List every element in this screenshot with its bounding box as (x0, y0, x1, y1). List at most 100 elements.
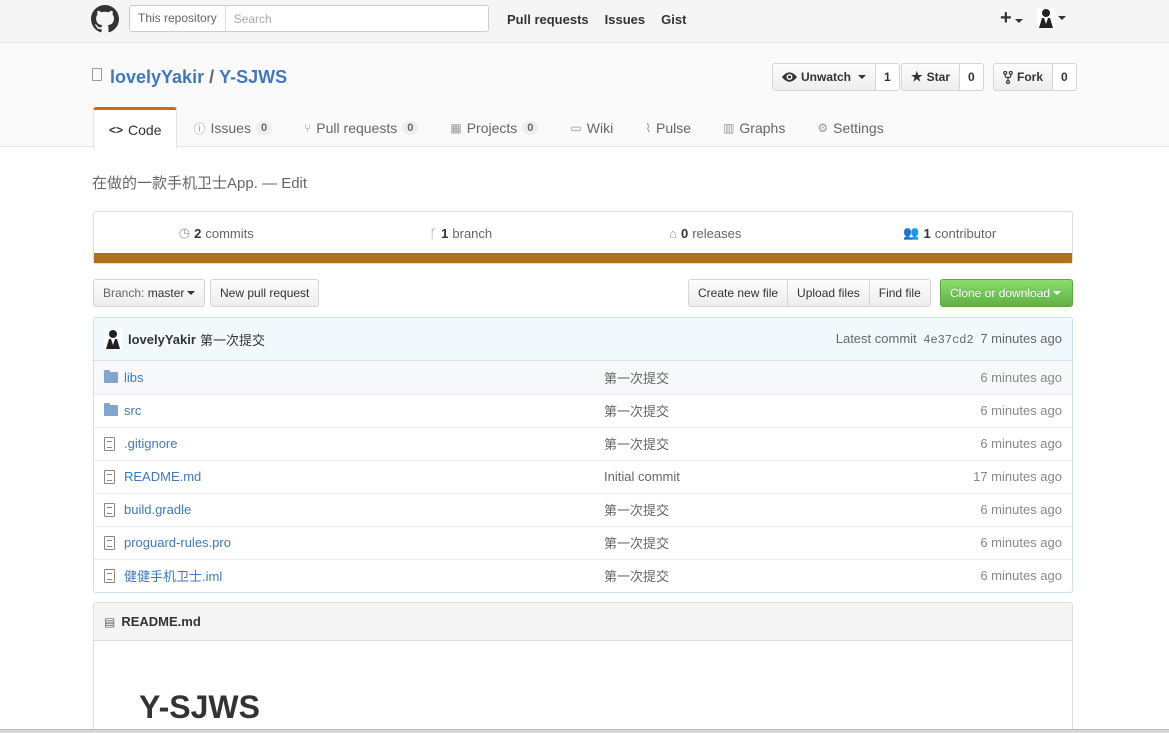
new-pull-request-button[interactable]: New pull request (210, 279, 320, 307)
fork-group: Fork 0 (993, 63, 1077, 91)
table-row: libs 第一次提交 6 minutes ago (94, 361, 1072, 394)
commit-author-link[interactable]: lovelyYakir (128, 332, 196, 347)
file-commit-message[interactable]: 第一次提交 (604, 404, 669, 419)
file-link[interactable]: build.gradle (124, 502, 191, 517)
language-bar[interactable] (94, 253, 1072, 263)
find-file-button[interactable]: Find file (868, 279, 931, 307)
file-commit-message[interactable]: 第一次提交 (604, 569, 669, 584)
search-input[interactable] (225, 6, 476, 31)
files-table: libs 第一次提交 6 minutes ago src 第一次提交 6 min… (94, 361, 1072, 592)
watchers-count[interactable]: 1 (876, 63, 900, 91)
tab-issues[interactable]: ⓘ Issues 0 (177, 107, 288, 148)
table-row: build.gradle 第一次提交 6 minutes ago (94, 493, 1072, 526)
repo-title: lovelyYakir / Y-SJWS (92, 67, 287, 88)
search-scope-label: This repository (130, 6, 226, 31)
file-icon (104, 536, 115, 550)
file-link[interactable]: proguard-rules.pro (124, 535, 231, 550)
releases-summary[interactable]: ⌂ 0 releases (583, 212, 828, 254)
repo-icon (92, 68, 102, 81)
nav-gist[interactable]: Gist (661, 12, 686, 27)
eye-icon (782, 72, 797, 82)
star-button[interactable]: ★ Star (901, 63, 960, 91)
commit-message-link[interactable]: 第一次提交 (200, 330, 265, 349)
branch-select-button[interactable]: Branch: master (93, 279, 206, 307)
file-age: 6 minutes ago (980, 568, 1062, 584)
file-commit-message[interactable]: 第一次提交 (604, 503, 669, 518)
file-icon (104, 437, 115, 451)
tab-wiki-label: Wiki (586, 120, 614, 136)
create-new-dropdown[interactable]: + (1000, 8, 1023, 28)
repo-name-link[interactable]: Y-SJWS (219, 67, 287, 87)
fork-button[interactable]: Fork (993, 63, 1054, 91)
pull-requests-counter: 0 (402, 121, 419, 135)
contributor-summary[interactable]: 👥 1 contributor (828, 212, 1073, 254)
chevron-down-icon (187, 291, 196, 295)
commit-age: 7 minutes ago (980, 331, 1062, 346)
file-icon (104, 470, 115, 484)
latest-commit-label: Latest commit (835, 331, 917, 346)
repo-owner-link[interactable]: lovelyYakir (110, 67, 204, 88)
tab-projects[interactable]: ▦ Projects 0 (434, 107, 554, 148)
file-commit-message[interactable]: 第一次提交 (604, 437, 669, 452)
create-new-file-button[interactable]: Create new file (688, 279, 789, 307)
tab-pull-requests[interactable]: ⑂ Pull requests 0 (288, 107, 434, 148)
branch-count: 1 (441, 225, 449, 241)
tab-wiki[interactable]: ▭ Wiki (554, 107, 629, 148)
clone-or-download-button[interactable]: Clone or download (940, 279, 1073, 307)
file-link[interactable]: src (124, 403, 141, 418)
commits-summary[interactable]: ◷ 2 commits (94, 212, 339, 254)
repo-description: 在做的一款手机卫士App. — Edit (92, 172, 307, 193)
tab-pull-requests-label: Pull requests (316, 120, 398, 136)
graph-icon: ▥ (723, 121, 735, 135)
contributor-label: contributor (934, 225, 997, 241)
edit-description-link[interactable]: Edit (281, 175, 307, 192)
file-commit-message[interactable]: 第一次提交 (604, 536, 669, 551)
upload-files-button[interactable]: Upload files (787, 279, 870, 307)
file-commit-message[interactable]: 第一次提交 (604, 371, 669, 386)
file-link[interactable]: 健健手机卫士.iml (124, 569, 222, 584)
table-row: 健健手机卫士.iml 第一次提交 6 minutes ago (94, 559, 1072, 592)
file-commit-message[interactable]: Initial commit (604, 469, 680, 484)
readme-box: ▤ README.md Y-SJWS (93, 602, 1073, 733)
file-age: 6 minutes ago (980, 535, 1062, 550)
nav-pull-requests[interactable]: Pull requests (507, 12, 589, 27)
tab-projects-label: Projects (466, 120, 518, 136)
file-age: 6 minutes ago (980, 436, 1062, 451)
project-icon: ▦ (450, 121, 462, 135)
branch-name: master (147, 286, 185, 300)
chevron-down-icon (858, 75, 867, 79)
file-list: lovelyYakir 第一次提交 Latest commit 4e37cd2 … (93, 317, 1073, 593)
table-row: README.md Initial commit 17 minutes ago (94, 460, 1072, 493)
tab-code-label: Code (128, 121, 162, 138)
file-link[interactable]: libs (124, 370, 144, 385)
tab-graphs-label: Graphs (739, 120, 786, 136)
path-separator: / (209, 67, 215, 87)
tab-graphs[interactable]: ▥ Graphs (707, 107, 801, 148)
file-link[interactable]: README.md (124, 469, 201, 484)
file-actions-group: Create new file Upload files Find file (688, 279, 931, 307)
stargazers-count[interactable]: 0 (960, 63, 984, 91)
tab-pulse[interactable]: ⌇ Pulse (629, 107, 707, 148)
nav-issues[interactable]: Issues (605, 12, 645, 27)
issues-counter: 0 (255, 121, 273, 135)
file-link[interactable]: .gitignore (124, 436, 177, 451)
search-box: This repository (129, 5, 489, 32)
tab-code[interactable]: <> Code (93, 107, 178, 149)
site-header: This repository Pull requests Issues Gis… (0, 0, 1169, 43)
github-logo-icon[interactable] (91, 5, 119, 33)
table-row: proguard-rules.pro 第一次提交 6 minutes ago (94, 526, 1072, 559)
history-icon: ◷ (178, 225, 191, 240)
forks-count[interactable]: 0 (1053, 63, 1077, 91)
unwatch-button[interactable]: Unwatch (772, 63, 877, 91)
chevron-down-icon (1057, 16, 1066, 20)
branch-summary[interactable]: ᚴ 1 branch (339, 212, 584, 254)
clone-label: Clone or download (950, 286, 1051, 300)
issue-icon: ⓘ (193, 121, 206, 136)
commit-sha-link[interactable]: 4e37cd2 (923, 333, 973, 347)
file-icon (104, 569, 115, 584)
people-icon: 👥 (903, 225, 920, 240)
folder-icon (104, 403, 118, 416)
avatar[interactable] (104, 329, 122, 349)
tab-settings[interactable]: ⚙ Settings (801, 107, 899, 148)
user-menu-dropdown[interactable] (1036, 8, 1066, 28)
